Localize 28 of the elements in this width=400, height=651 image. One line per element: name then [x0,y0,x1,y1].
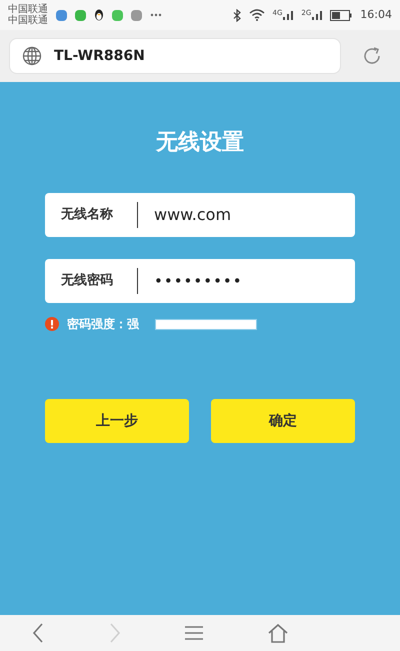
strength-label: 密码强度：强 [67,316,139,333]
menu-icon[interactable] [184,625,204,641]
more-icon [150,13,162,17]
previous-button[interactable]: 上一步 [45,399,189,443]
carrier-name: 中国联通 [8,15,48,26]
bluetooth-icon [232,8,241,22]
field-label: 无线名称 [60,206,114,224]
wifi-icon [248,9,265,21]
back-icon[interactable] [31,622,46,644]
page-title: 无线设置 [154,128,245,157]
warning-icon [45,317,59,331]
carrier-name: 中国联通 [8,4,48,15]
address-field[interactable]: TL-WR886N [9,38,341,74]
penguin-icon [94,9,104,21]
signal-icon [312,10,322,20]
signal-icon [283,10,294,20]
clock-time: 16:04 [360,6,392,23]
field-value: www.com [153,204,232,226]
app-icon [112,10,123,20]
text-field[interactable]: 无线名称 www.com [45,193,355,237]
field-label: 无线密码 [60,272,114,290]
battery-icon [330,10,352,20]
password-field[interactable]: 无线密码 ••••••••• [45,259,355,303]
app-icon [56,10,67,20]
field-value: ••••••••• [153,270,243,292]
globe-icon [22,46,42,66]
home-icon[interactable] [266,623,289,643]
confirm-button[interactable]: 确定 [211,399,355,443]
